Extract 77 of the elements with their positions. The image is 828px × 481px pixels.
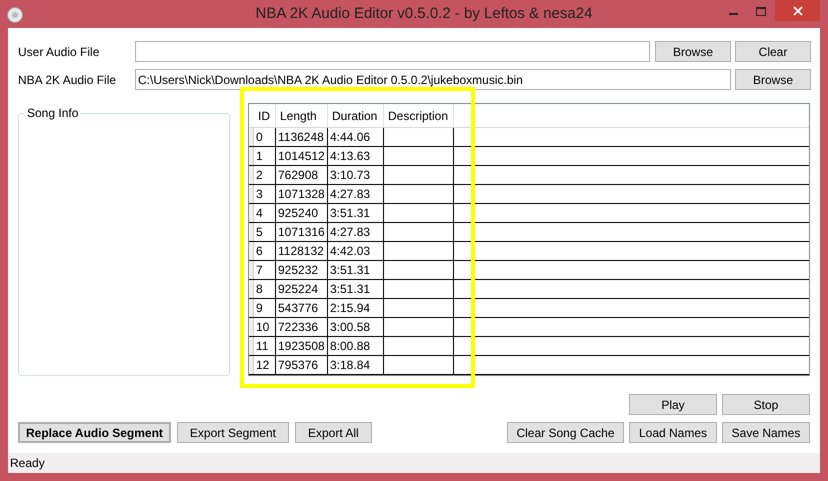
action-button[interactable]: Save Names [722, 422, 810, 444]
input-field[interactable]: C:\Users\Nick\Downloads\NBA 2K Audio Editor 0.5.0.2\jukeboxmusic.bin [135, 69, 731, 90]
column-header[interactable]: Duration [328, 104, 384, 128]
row-header[interactable] [249, 356, 254, 374]
table-cell: 3:10.73 [328, 166, 384, 184]
row-header[interactable] [249, 166, 254, 184]
table-cell: 8:00.88 [328, 337, 384, 356]
row-header[interactable] [249, 299, 254, 318]
app-icon [6, 6, 24, 24]
playback-button[interactable]: Stop [722, 394, 810, 416]
table-cell: 3:51.31 [328, 261, 384, 280]
table-cell: 2 [254, 166, 276, 184]
table-cell: 4:27.83 [328, 223, 384, 242]
table-cell: 1071328 [276, 185, 328, 204]
action-button[interactable]: Export Segment [176, 422, 289, 444]
close-button[interactable] [775, 0, 820, 21]
row-header[interactable] [249, 337, 254, 356]
column-header[interactable]: ID [254, 104, 276, 128]
table-cell: 2:15.94 [328, 299, 384, 318]
table-cell: 3:18.84 [328, 356, 384, 374]
window-title: NBA 2K Audio Editor v0.5.0.2 - by Leftos & nesa24 [256, 4, 592, 24]
table-cell: 4:13.63 [328, 147, 384, 166]
table-cell: 3 [254, 185, 276, 204]
table-cell: 5 [254, 223, 276, 242]
table-cell: 3:51.31 [328, 204, 384, 222]
table-cell: 3:00.58 [328, 318, 384, 336]
table-cell: 1923508 [276, 337, 328, 356]
row-header[interactable] [249, 128, 254, 146]
table-cell: 11 [254, 337, 276, 356]
row-header[interactable] [249, 280, 254, 298]
table-cell: 4:27.83 [328, 185, 384, 204]
table-cell: 543776 [276, 299, 328, 318]
table-cell: 925232 [276, 261, 328, 280]
action-button[interactable]: Export All [294, 422, 372, 444]
row-header[interactable] [249, 185, 254, 204]
group-title: Song Info [25, 106, 80, 120]
column-header[interactable]: Description [384, 104, 454, 128]
action-button[interactable]: Replace Audio Segment [18, 422, 171, 444]
table-cell: 8 [254, 280, 276, 298]
close-icon [792, 6, 802, 16]
table-cell: 1 [254, 147, 276, 166]
row-header[interactable] [249, 318, 254, 336]
table-cell: 4 [254, 204, 276, 222]
table-cell: 4:42.03 [328, 242, 384, 260]
table-cell: 6 [254, 242, 276, 260]
table-cell: 795376 [276, 356, 328, 374]
table-cell: 925240 [276, 204, 328, 222]
table-cell: 0 [254, 128, 276, 146]
browse-button[interactable]: Browse [655, 41, 731, 62]
action-button[interactable]: Clear Song Cache [507, 422, 624, 444]
table-cell: 925224 [276, 280, 328, 298]
row-header[interactable] [249, 223, 254, 242]
clear-button[interactable]: Clear [735, 41, 811, 62]
field-label: NBA 2K Audio File [18, 72, 118, 89]
row-header[interactable] [249, 204, 254, 222]
table-cell: 12 [254, 356, 276, 374]
playback-button[interactable]: Play [629, 394, 717, 416]
field-label: User Audio File [18, 44, 100, 61]
row-header[interactable] [249, 242, 254, 260]
table-cell: 7 [254, 261, 276, 280]
action-button[interactable]: Load Names [629, 422, 717, 444]
column-header[interactable]: Length [276, 104, 328, 128]
browse-button[interactable]: Browse [735, 69, 811, 90]
table-cell: 1128132 [276, 242, 328, 260]
row-header[interactable] [249, 261, 254, 280]
table-cell: 3:51.31 [328, 280, 384, 298]
table-cell: 722336 [276, 318, 328, 336]
table-cell: 10 [254, 318, 276, 336]
table-cell: 1136248 [276, 128, 328, 146]
table-cell: 1071316 [276, 223, 328, 242]
table-cell: 9 [254, 299, 276, 318]
table-cell: 4:44.06 [328, 128, 384, 146]
input-field[interactable] [135, 41, 650, 62]
table-cell: 762908 [276, 166, 328, 184]
table-cell: 1014512 [276, 147, 328, 166]
status-text: Ready [10, 455, 45, 472]
row-header[interactable] [249, 147, 254, 166]
